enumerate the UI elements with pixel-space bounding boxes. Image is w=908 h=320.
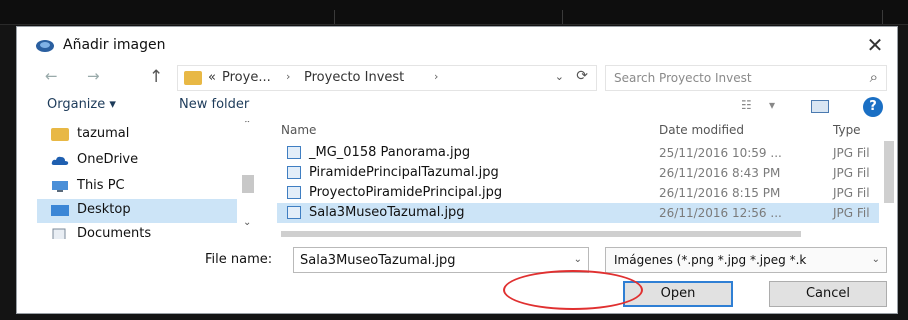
file-name-label: File name:	[205, 252, 273, 267]
help-icon[interactable]: ?	[863, 97, 883, 117]
command-toolbar: Organize ▾ New folder ☷ ▾ ?	[17, 95, 897, 119]
preview-pane-icon[interactable]	[811, 100, 829, 113]
file-type: JPG Fil	[833, 206, 870, 220]
scroll-up-icon[interactable]: ⌃	[243, 121, 251, 130]
scrollbar-thumb[interactable]	[884, 141, 894, 203]
sidebar-item-label: Desktop	[77, 202, 131, 217]
column-header-name[interactable]: Name	[281, 123, 316, 137]
navigation-scrollbar[interactable]: ⌃ ⌄	[239, 121, 257, 239]
titlebar-divider	[334, 10, 335, 24]
file-row[interactable]: _MG_0158 Panorama.jpg 25/11/2016 10:59 .…	[277, 143, 879, 163]
sidebar-item-this-pc[interactable]: This PC	[37, 175, 237, 199]
back-arrow-icon[interactable]: ←	[45, 67, 58, 85]
address-bar[interactable]: « Proye... › Proyecto Invest › ⌄ ⟳	[177, 65, 597, 91]
file-date: 26/11/2016 8:43 PM	[659, 166, 781, 180]
file-name: _MG_0158 Panorama.jpg	[309, 145, 471, 160]
file-type-select[interactable]: Imágenes (*.png *.jpg *.jpeg *.k ⌄	[605, 247, 887, 273]
app-icon	[36, 40, 54, 52]
file-name-input[interactable]: Sala3MuseoTazumal.jpg ⌄	[293, 247, 589, 273]
file-name: ProyectoPiramidePrincipal.jpg	[309, 185, 503, 200]
chevron-down-icon[interactable]: ⌄	[871, 254, 880, 265]
sidebar-item-onedrive[interactable]: OneDrive	[37, 149, 237, 173]
folder-icon	[184, 71, 202, 85]
sidebar-item-label: tazumal	[77, 126, 130, 141]
scroll-down-icon[interactable]: ⌄	[243, 217, 251, 228]
scrollbar-thumb[interactable]	[242, 175, 254, 193]
new-folder-button[interactable]: New folder	[179, 97, 249, 112]
file-list-horizontal-scrollbar[interactable]	[277, 229, 893, 239]
file-row-selected[interactable]: Sala3MuseoTazumal.jpg 26/11/2016 12:56 .…	[277, 203, 879, 223]
search-icon[interactable]: ⌕	[870, 68, 878, 86]
breadcrumb-proyecto-invest[interactable]: Proyecto Invest	[304, 70, 404, 85]
chevron-down-icon[interactable]: ⌄	[574, 254, 582, 265]
dialog-title: Añadir imagen	[63, 37, 166, 53]
view-options-icon[interactable]: ☷	[741, 98, 752, 112]
file-name: Sala3MuseoTazumal.jpg	[309, 205, 465, 220]
scrollbar-thumb[interactable]	[281, 231, 801, 237]
address-overflow[interactable]: «	[208, 70, 216, 85]
file-type-value[interactable]: Imágenes (*.png *.jpg *.jpeg *.k	[614, 253, 806, 267]
sidebar-item-tazumal[interactable]: tazumal	[37, 123, 237, 147]
sidebar-item-label: OneDrive	[77, 152, 139, 167]
desktop-icon	[51, 205, 69, 216]
file-date: 26/11/2016 12:56 ...	[659, 206, 782, 220]
file-date: 25/11/2016 10:59 ...	[659, 146, 782, 160]
computer-icon	[52, 181, 68, 192]
navigation-pane: tazumal OneDrive This PC Desktop Documen…	[37, 121, 257, 239]
chevron-down-icon[interactable]: ⌄	[555, 70, 564, 83]
up-arrow-icon[interactable]: ↑	[149, 67, 163, 87]
file-list-vertical-scrollbar[interactable]	[881, 121, 897, 229]
cloud-icon	[51, 156, 69, 165]
column-header-type[interactable]: Type	[833, 123, 861, 137]
chevron-right-icon[interactable]: ›	[286, 70, 290, 83]
file-row[interactable]: ProyectoPiramidePrincipal.jpg 26/11/2016…	[277, 183, 879, 203]
file-type: JPG Fil	[833, 146, 870, 160]
sidebar-item-desktop[interactable]: Desktop	[37, 199, 237, 223]
file-type: JPG Fil	[833, 166, 870, 180]
image-file-icon	[287, 166, 301, 179]
chevron-down-icon[interactable]: ▾	[769, 98, 775, 112]
sidebar-item-label: This PC	[77, 178, 125, 193]
dialog-titlebar: Añadir imagen ✕	[17, 27, 897, 63]
open-button[interactable]: Open	[623, 281, 733, 307]
documents-icon	[52, 228, 66, 239]
file-name-value[interactable]: Sala3MuseoTazumal.jpg	[300, 253, 456, 268]
search-box[interactable]: Search Proyecto Invest ⌕	[605, 65, 887, 91]
file-row[interactable]: PiramidePrincipalTazumal.jpg 26/11/2016 …	[277, 163, 879, 183]
close-icon[interactable]: ✕	[863, 33, 887, 57]
background-window-titlebar	[0, 0, 908, 25]
file-name-row: File name: Sala3MuseoTazumal.jpg ⌄ Imáge…	[17, 243, 897, 275]
dialog-buttons: Open Cancel	[17, 275, 897, 313]
file-date: 26/11/2016 8:15 PM	[659, 186, 781, 200]
breadcrumb-proye[interactable]: Proye...	[222, 70, 271, 85]
file-name: PiramidePrincipalTazumal.jpg	[309, 165, 499, 180]
image-file-icon	[287, 186, 301, 199]
add-image-dialog: Añadir imagen ✕ ← → ↑ « Proye... › Proye…	[16, 26, 898, 314]
cancel-button[interactable]: Cancel	[769, 281, 887, 307]
file-type: JPG Fil	[833, 186, 870, 200]
column-header-date-modified[interactable]: Date modified	[659, 123, 744, 137]
sort-ascending-icon: ⌃	[447, 121, 456, 127]
sidebar-item-label: Documents	[77, 226, 152, 239]
forward-arrow-icon[interactable]: →	[87, 67, 100, 85]
titlebar-divider	[562, 10, 563, 24]
titlebar-divider	[882, 10, 883, 24]
image-file-icon	[287, 146, 301, 159]
search-placeholder: Search Proyecto Invest	[614, 71, 752, 85]
organize-button[interactable]: Organize ▾	[47, 97, 116, 112]
sidebar-item-documents[interactable]: Documents	[37, 223, 237, 239]
folder-icon	[51, 128, 69, 141]
image-file-icon	[287, 206, 301, 219]
chevron-right-icon[interactable]: ›	[434, 70, 438, 83]
refresh-icon[interactable]: ⟳	[576, 68, 588, 84]
navigation-row: ← → ↑ « Proye... › Proyecto Invest › ⌄ ⟳…	[17, 63, 897, 95]
file-list: ⌃ Name Date modified Type _MG_0158 Panor…	[277, 121, 897, 239]
